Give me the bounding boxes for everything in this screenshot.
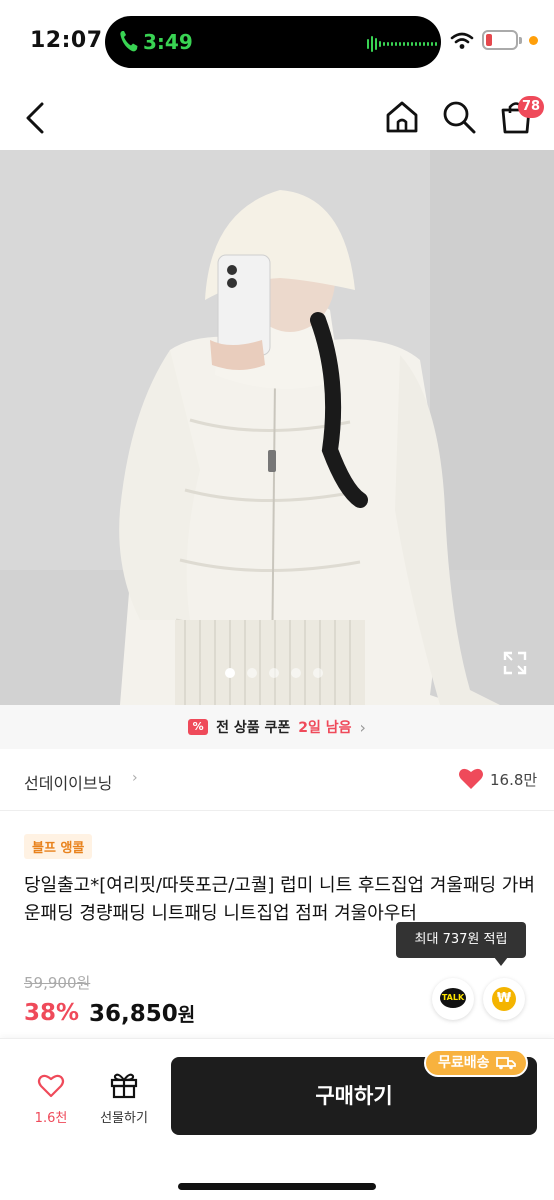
reward-tooltip: 최대 737원 적립 [396,922,526,958]
free-shipping-label: 무료배송 [438,1055,490,1071]
phone-icon [120,31,138,52]
sale-price: 36,850원 [89,1000,195,1027]
coupon-banner[interactable]: % 전 상품 쿠폰 2일 남음 › [0,705,554,749]
gift-label: 선물하기 [100,1111,148,1126]
chevron-right-icon: › [359,717,366,737]
carousel-dot[interactable] [225,668,235,678]
coupon-percent-icon: % [188,719,209,735]
original-price: 59,900원 [24,974,91,992]
status-bar: 12:07 3:49 [0,0,554,84]
search-icon[interactable] [440,98,478,136]
home-indicator [178,1183,376,1190]
carousel-dot[interactable] [247,668,257,678]
wishlist-count: 1.6천 [34,1111,68,1126]
discount-rate: 38% [24,1000,80,1026]
carousel-indicator[interactable] [225,668,323,678]
price-unit: 원 [177,1004,196,1026]
seller-name[interactable]: 선데이이브닝 [24,770,112,794]
call-duration: 3:49 [143,30,193,54]
privacy-indicator-dot [529,36,538,45]
carousel-dot[interactable] [269,668,279,678]
gift-icon [110,1073,138,1099]
back-arrow-icon[interactable] [18,98,54,138]
carousel-dot[interactable] [313,668,323,678]
coupon-text: 전 상품 쿠폰 [216,720,291,736]
reward-button[interactable]: ₩ [483,978,525,1020]
wifi-icon [450,32,474,49]
free-shipping-badge: 무료배송 [424,1049,528,1077]
clock: 12:07 [30,28,103,53]
heart-icon [459,768,483,789]
coupon-deadline: 2일 남음 [298,720,352,736]
wishlist-button[interactable]: 1.6천 [26,1073,76,1126]
kakaotalk-icon: TALK [440,988,466,1008]
store-like-count: 16.8만 [490,770,538,789]
product-title: 당일출고*[여리핏/따뜻포근/고퀄] 럽미 니트 후드집업 겨울패딩 가벼운패딩… [24,875,535,924]
bottom-action-bar: 1.6천 선물하기 구매하기 무료배송 [0,1038,554,1200]
chevron-right-icon[interactable]: › [132,770,138,786]
dynamic-island[interactable]: 3:49 [105,16,441,68]
kakaotalk-button[interactable]: TALK [432,978,474,1020]
gift-button[interactable]: 선물하기 [92,1071,156,1126]
store-like-button[interactable]: 16.8만 [458,767,537,791]
heart-outline-icon [37,1074,65,1098]
product-photo[interactable] [0,150,554,705]
battery-icon [482,30,522,50]
won-coin-icon: ₩ [492,987,516,1011]
delivery-truck-icon [495,1057,516,1070]
seller-row: 선데이이브닝 › 16.8만 [0,749,554,811]
product-photo-illustration [0,150,554,705]
audio-waveform-icon [367,36,437,52]
fullscreen-expand-icon[interactable] [502,650,528,676]
cart-count-badge: 78 [518,96,544,118]
home-icon[interactable] [383,98,421,136]
top-nav [0,84,554,150]
sale-price-value: 36,850 [89,1001,178,1027]
promo-badge: 블프 앵콜 [24,834,93,859]
carousel-dot[interactable] [291,668,301,678]
tooltip-arrow [494,957,508,966]
